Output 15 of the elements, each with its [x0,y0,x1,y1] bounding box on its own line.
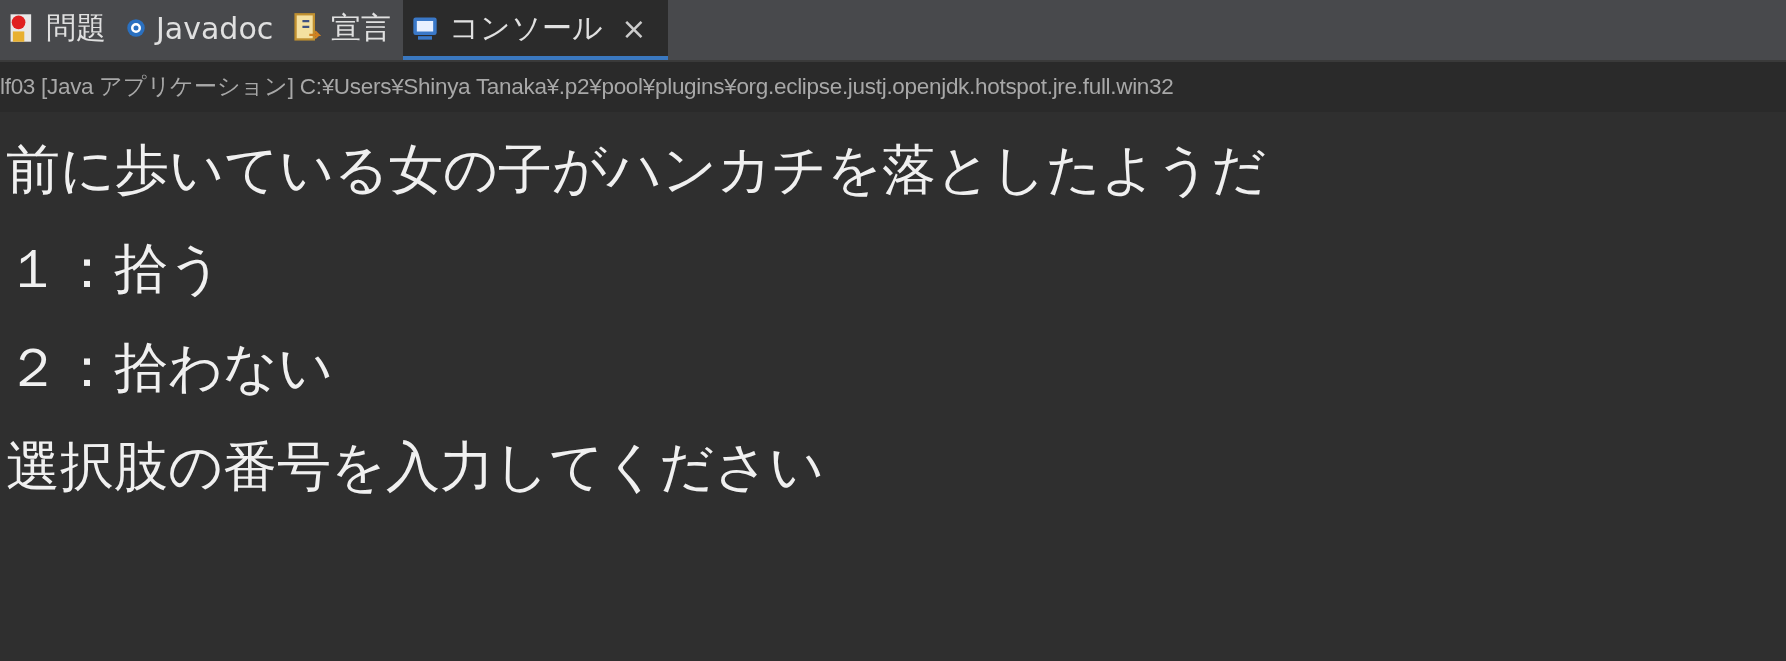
console-line: 選択肢の番号を入力してください [6,434,825,500]
tab-label: 宣言 [331,8,392,47]
tab-label: コンソール [449,8,604,47]
view-tab[interactable]: 問題 [0,0,118,60]
console-line: ２：拾わない [6,335,334,401]
console-line: １：拾う [6,236,224,302]
console-line: 前に歩いている女の子がハンカチを落としたようだ [6,137,1267,203]
launch-info: lf03 [Java アプリケーション] C:¥Users¥Shinya Tanaka¥.p2¥pool¥plugins¥org.eclipse.justj.openjdk.hotspot.jre.full.win32 [0,62,1786,112]
view-tab[interactable]: Javadoc [118,0,286,60]
view-tab[interactable]: 宣言 [285,0,404,60]
close-button[interactable]: × [621,10,647,46]
tab-label: Javadoc [156,10,274,46]
tab-label: 問題 [46,8,106,47]
view-tab[interactable]: コンソール × [403,0,669,60]
document-icon [293,12,322,44]
